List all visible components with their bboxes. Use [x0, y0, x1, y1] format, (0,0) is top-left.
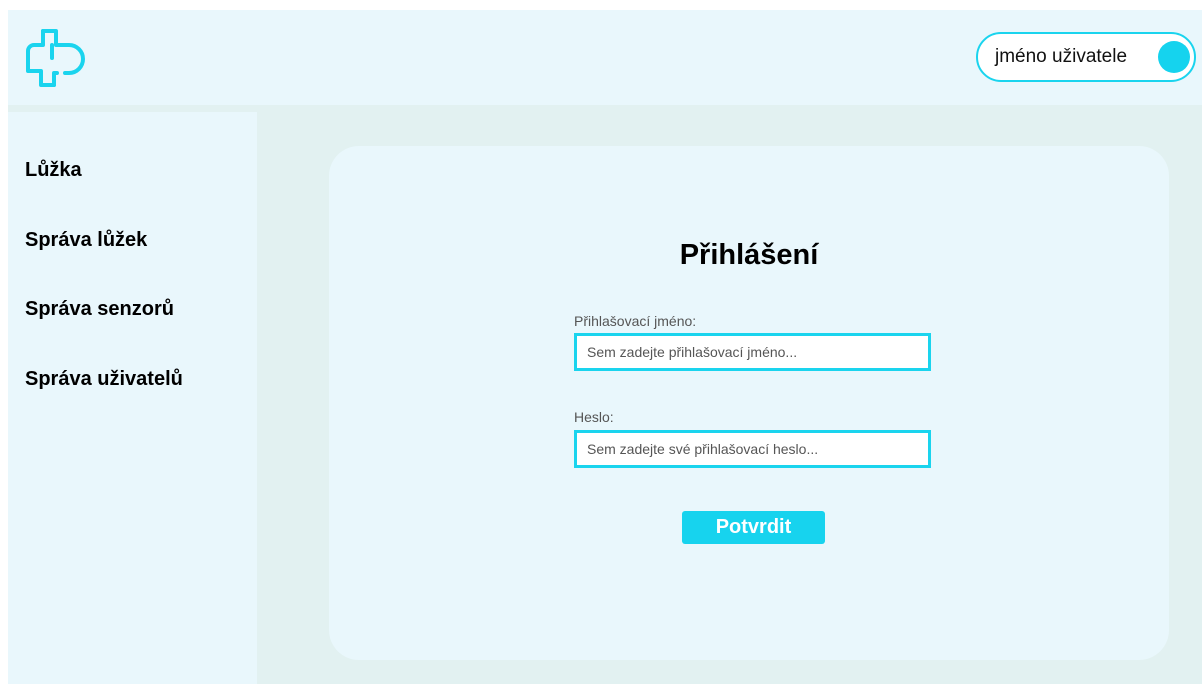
top-header: jméno uživatele — [8, 10, 1202, 105]
username-label: Přihlašovací jméno: — [574, 313, 697, 329]
sidebar-item-user-management[interactable]: Správa uživatelů — [25, 368, 183, 391]
username-input[interactable] — [574, 333, 931, 371]
sidebar-item-sensor-management[interactable]: Správa senzorů — [25, 298, 174, 321]
login-title: Přihlášení — [679, 239, 819, 271]
sidebar-item-bed-management[interactable]: Správa lůžek — [25, 229, 147, 252]
password-label: Heslo: — [574, 409, 614, 425]
password-input[interactable] — [574, 430, 931, 468]
sidebar: Lůžka Správa lůžek Správa senzorů Správa… — [8, 112, 257, 684]
medical-cross-logo-icon[interactable] — [24, 28, 86, 88]
sidebar-item-beds[interactable]: Lůžka — [25, 159, 82, 182]
username-label: jméno uživatele — [995, 46, 1128, 67]
submit-button[interactable]: Potvrdit — [682, 511, 825, 544]
login-card: Přihlášení Přihlašovací jméno: Heslo: Po… — [329, 146, 1169, 660]
app-window: jméno uživatele Lůžka Správa lůžek Správ… — [8, 10, 1202, 684]
user-menu-button[interactable]: jméno uživatele — [976, 32, 1196, 82]
avatar-icon[interactable] — [1158, 41, 1190, 73]
